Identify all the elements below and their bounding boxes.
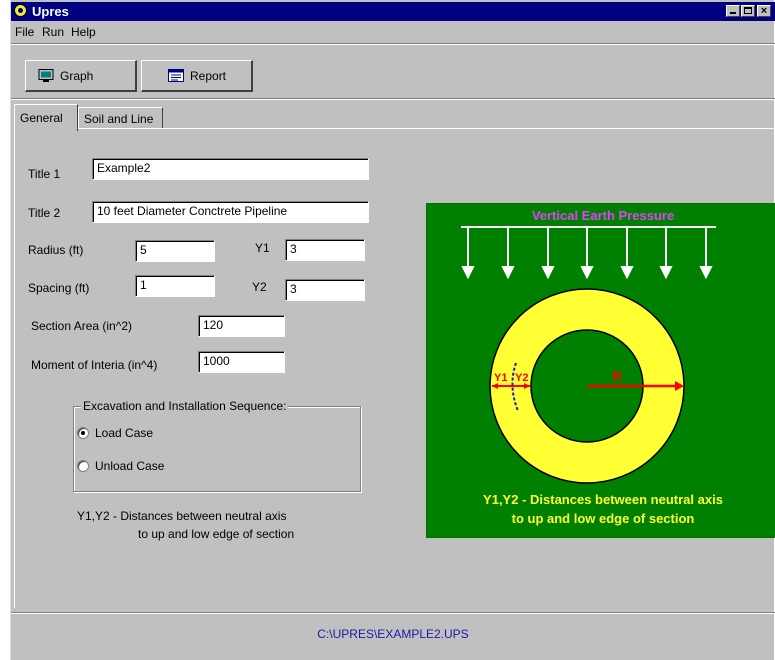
load-case-label[interactable]: Load Case [95,426,153,440]
tab-soil-and-line-label: Soil and Line [84,112,154,126]
load-case-radio[interactable] [77,427,89,439]
unload-case-label[interactable]: Unload Case [95,459,164,473]
title1-input[interactable]: Example2 [92,158,369,180]
window-title: Upres [32,4,69,19]
title1-label: Title 1 [28,167,61,181]
radius-label: Radius (ft) [28,243,84,257]
moment-label: Moment of Interia (in^4) [31,358,158,372]
maximize-button[interactable] [741,5,755,17]
note-line2: to up and low edge of section [138,527,295,541]
status-file-path: C:\UPRES\EXAMPLE2.UPS [317,627,469,641]
diagram-caption-line1: Y1,Y2 - Distances between neutral axis [483,492,723,507]
graph-button-label: Graph [60,69,94,83]
tab-soil-and-line[interactable]: Soil and Line [78,107,163,129]
close-button[interactable]: × [757,5,771,17]
diagram-caption-line2: to up and low edge of section [512,511,695,526]
menu-bar: File Run Help [11,21,775,43]
tab-general-label: General [20,111,63,125]
report-button[interactable]: Report [141,60,253,92]
report-icon [168,69,184,82]
menu-help[interactable]: Help [71,25,96,39]
title-bar[interactable]: Upres × [11,2,775,21]
toolbar-separator [11,98,775,100]
y2-diagram-label: Y2 [515,372,528,384]
menu-separator [11,43,775,45]
graph-button[interactable]: Graph [25,60,137,92]
menu-run[interactable]: Run [42,25,64,39]
y1-label: Y1 [255,241,270,255]
sequence-groupbox [73,406,361,492]
radius-input[interactable]: 5 [135,240,215,262]
app-icon[interactable] [14,4,27,17]
spacing-label: Spacing (ft) [28,281,90,295]
diagram-title: Vertical Earth Pressure [532,208,674,223]
y1-input[interactable]: 3 [285,239,365,261]
radio-selected-dot [81,431,85,435]
section-area-label: Section Area (in^2) [31,319,133,333]
spacing-input[interactable]: 1 [135,275,215,297]
pipe-section-diagram: Vertical Earth Pressure Y1 Y2 R Y1,Y2 - … [426,203,775,538]
tab-general[interactable]: General [14,104,78,131]
monitor-icon [38,69,54,82]
title2-input[interactable]: 10 feet Diameter Conctrete Pipeline [92,201,369,223]
title2-label: Title 2 [28,206,61,220]
report-button-label: Report [190,69,227,83]
unload-case-radio[interactable] [77,460,89,472]
moment-input[interactable]: 1000 [198,351,285,373]
app-window: Upres × File Run Help Graph Report Gener… [10,0,775,660]
menu-file[interactable]: File [15,25,34,39]
minimize-button[interactable] [726,5,740,17]
radius-diagram-label: R [612,368,622,384]
note-line1: Y1,Y2 - Distances between neutral axis [77,509,287,523]
y1-diagram-label: Y1 [494,372,507,384]
y2-label: Y2 [252,280,267,294]
y2-input[interactable]: 3 [285,279,365,301]
sequence-title: Excavation and Installation Sequence: [81,399,289,413]
section-area-input[interactable]: 120 [198,315,285,337]
status-bar: C:\UPRES\EXAMPLE2.UPS [11,612,775,658]
